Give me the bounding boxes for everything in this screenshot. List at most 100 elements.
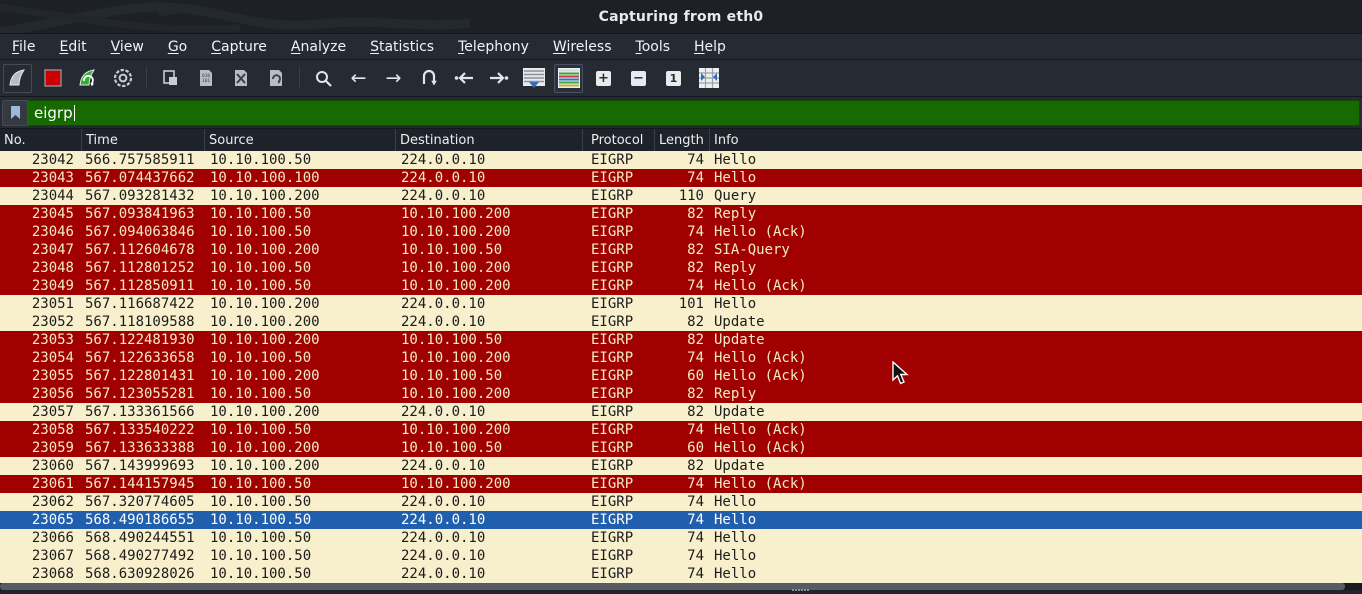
menu-help[interactable]: Help: [684, 37, 736, 57]
packet-row-23045[interactable]: 23045567.09384196310.10.100.5010.10.100.…: [0, 205, 1362, 223]
cell-destination: 224.0.0.10: [396, 169, 583, 187]
cell-time: 567.116687422: [82, 295, 205, 313]
horizontal-scrollbar[interactable]: [0, 583, 1362, 590]
column-header-time[interactable]: Time: [82, 129, 205, 151]
column-header-no[interactable]: No.: [0, 129, 82, 151]
pane-splitter[interactable]: [0, 590, 1362, 594]
close-file-icon[interactable]: [226, 64, 255, 93]
cell-destination: 224.0.0.10: [396, 187, 583, 205]
go-back-icon[interactable]: ←: [344, 64, 373, 93]
cell-info: Hello (Ack): [710, 277, 1362, 295]
cell-time: 567.320774605: [82, 493, 205, 511]
cell-source: 10.10.100.50: [205, 511, 396, 529]
cell-destination: 224.0.0.10: [396, 151, 583, 169]
cell-length: 101: [655, 295, 710, 313]
cell-no: 23062: [0, 493, 82, 511]
packet-row-23067[interactable]: 23067568.49027749210.10.100.50224.0.0.10…: [0, 547, 1362, 565]
cell-destination: 10.10.100.200: [396, 223, 583, 241]
zoom-out-icon[interactable]: −: [624, 64, 653, 93]
packet-row-23057[interactable]: 23057567.13336156610.10.100.200224.0.0.1…: [0, 403, 1362, 421]
packet-list-header: No.TimeSourceDestinationProtocolLengthIn…: [0, 129, 1362, 152]
zoom-in-icon[interactable]: +: [589, 64, 618, 93]
menu-telephony[interactable]: Telephony: [448, 37, 539, 57]
packet-row-23043[interactable]: 23043567.07443766210.10.100.100224.0.0.1…: [0, 169, 1362, 187]
column-header-info[interactable]: Info: [710, 129, 1362, 151]
cell-length: 74: [655, 547, 710, 565]
column-header-protocol[interactable]: Protocol: [583, 129, 655, 151]
open-file-icon[interactable]: [156, 64, 185, 93]
packet-row-23065[interactable]: 23065568.49018665510.10.100.50224.0.0.10…: [0, 511, 1362, 529]
packet-row-23052[interactable]: 23052567.11810958810.10.100.200224.0.0.1…: [0, 313, 1362, 331]
packet-row-23048[interactable]: 23048567.11280125210.10.100.5010.10.100.…: [0, 259, 1362, 277]
cell-source: 10.10.100.50: [205, 565, 396, 583]
packet-row-23053[interactable]: 23053567.12248193010.10.100.20010.10.100…: [0, 331, 1362, 349]
cell-info: Update: [710, 403, 1362, 421]
packet-row-23049[interactable]: 23049567.11285091110.10.100.5010.10.100.…: [0, 277, 1362, 295]
cell-no: 23043: [0, 169, 82, 187]
resize-columns-icon[interactable]: [694, 64, 723, 93]
cell-source: 10.10.100.200: [205, 439, 396, 457]
colorize-packets-icon[interactable]: [554, 64, 583, 93]
kali-dragon-wallpaper: [0, 0, 470, 33]
cell-no: 23059: [0, 439, 82, 457]
menubar: FileEditViewGoCaptureAnalyzeStatisticsTe…: [0, 34, 1362, 60]
packet-row-23051[interactable]: 23051567.11668742210.10.100.200224.0.0.1…: [0, 295, 1362, 313]
filter-bookmark-button[interactable]: [2, 100, 28, 126]
cell-time: 568.490244551: [82, 529, 205, 547]
packet-row-23054[interactable]: 23054567.12263365810.10.100.5010.10.100.…: [0, 349, 1362, 367]
menu-file[interactable]: File: [2, 37, 45, 57]
packet-row-23056[interactable]: 23056567.12305528110.10.100.5010.10.100.…: [0, 385, 1362, 403]
filter-bar: eigrp: [0, 97, 1362, 129]
bookmark-icon: [10, 105, 21, 120]
cell-time: 567.133361566: [82, 403, 205, 421]
go-last-packet-icon[interactable]: [484, 64, 513, 93]
cell-length: 82: [655, 241, 710, 259]
packet-row-23060[interactable]: 23060567.14399969310.10.100.200224.0.0.1…: [0, 457, 1362, 475]
cell-info: Hello: [710, 547, 1362, 565]
restart-capture-icon[interactable]: [73, 64, 102, 93]
packet-row-23068[interactable]: 23068568.63092802610.10.100.50224.0.0.10…: [0, 565, 1362, 583]
reload-file-icon[interactable]: [261, 64, 290, 93]
go-first-packet-icon[interactable]: [449, 64, 478, 93]
packet-row-23058[interactable]: 23058567.13354022210.10.100.5010.10.100.…: [0, 421, 1362, 439]
capture-options-icon[interactable]: [108, 64, 137, 93]
zoom-100-icon[interactable]: 1: [659, 64, 688, 93]
column-header-length[interactable]: Length: [655, 129, 710, 151]
save-file-icon[interactable]: 010 101: [191, 64, 220, 93]
go-to-packet-icon[interactable]: [414, 64, 443, 93]
menu-analyze[interactable]: Analyze: [281, 37, 356, 57]
splitter-handle-icon[interactable]: [792, 588, 812, 592]
menu-statistics[interactable]: Statistics: [360, 37, 444, 57]
start-capture-icon[interactable]: [3, 64, 32, 93]
packet-row-23061[interactable]: 23061567.14415794510.10.100.5010.10.100.…: [0, 475, 1362, 493]
packet-row-23046[interactable]: 23046567.09406384610.10.100.5010.10.100.…: [0, 223, 1362, 241]
menu-view[interactable]: View: [101, 37, 154, 57]
menu-edit[interactable]: Edit: [49, 37, 96, 57]
column-header-destination[interactable]: Destination: [396, 129, 583, 151]
cell-source: 10.10.100.200: [205, 403, 396, 421]
menu-go[interactable]: Go: [158, 37, 197, 57]
cell-source: 10.10.100.200: [205, 367, 396, 385]
find-packet-icon[interactable]: [309, 64, 338, 93]
menu-wireless[interactable]: Wireless: [543, 37, 622, 57]
auto-scroll-icon[interactable]: [519, 64, 548, 93]
cell-time: 567.093841963: [82, 205, 205, 223]
cell-destination: 10.10.100.50: [396, 367, 583, 385]
cell-source: 10.10.100.200: [205, 313, 396, 331]
packet-row-23059[interactable]: 23059567.13363338810.10.100.20010.10.100…: [0, 439, 1362, 457]
packet-row-23047[interactable]: 23047567.11260467810.10.100.20010.10.100…: [0, 241, 1362, 259]
cell-time: 567.143999693: [82, 457, 205, 475]
packet-row-23066[interactable]: 23066568.49024455110.10.100.50224.0.0.10…: [0, 529, 1362, 547]
packet-row-23042[interactable]: 23042566.75758591110.10.100.50224.0.0.10…: [0, 151, 1362, 169]
column-header-source[interactable]: Source: [205, 129, 396, 151]
cell-no: 23047: [0, 241, 82, 259]
scrollbar-thumb[interactable]: [0, 583, 1345, 590]
menu-capture[interactable]: Capture: [201, 37, 277, 57]
packet-row-23055[interactable]: 23055567.12280143110.10.100.20010.10.100…: [0, 367, 1362, 385]
display-filter-input[interactable]: eigrp: [28, 100, 1360, 126]
packet-row-23062[interactable]: 23062567.32077460510.10.100.50224.0.0.10…: [0, 493, 1362, 511]
menu-tools[interactable]: Tools: [626, 37, 681, 57]
packet-row-23044[interactable]: 23044567.09328143210.10.100.200224.0.0.1…: [0, 187, 1362, 205]
go-forward-icon[interactable]: →: [379, 64, 408, 93]
stop-capture-icon[interactable]: [38, 64, 67, 93]
